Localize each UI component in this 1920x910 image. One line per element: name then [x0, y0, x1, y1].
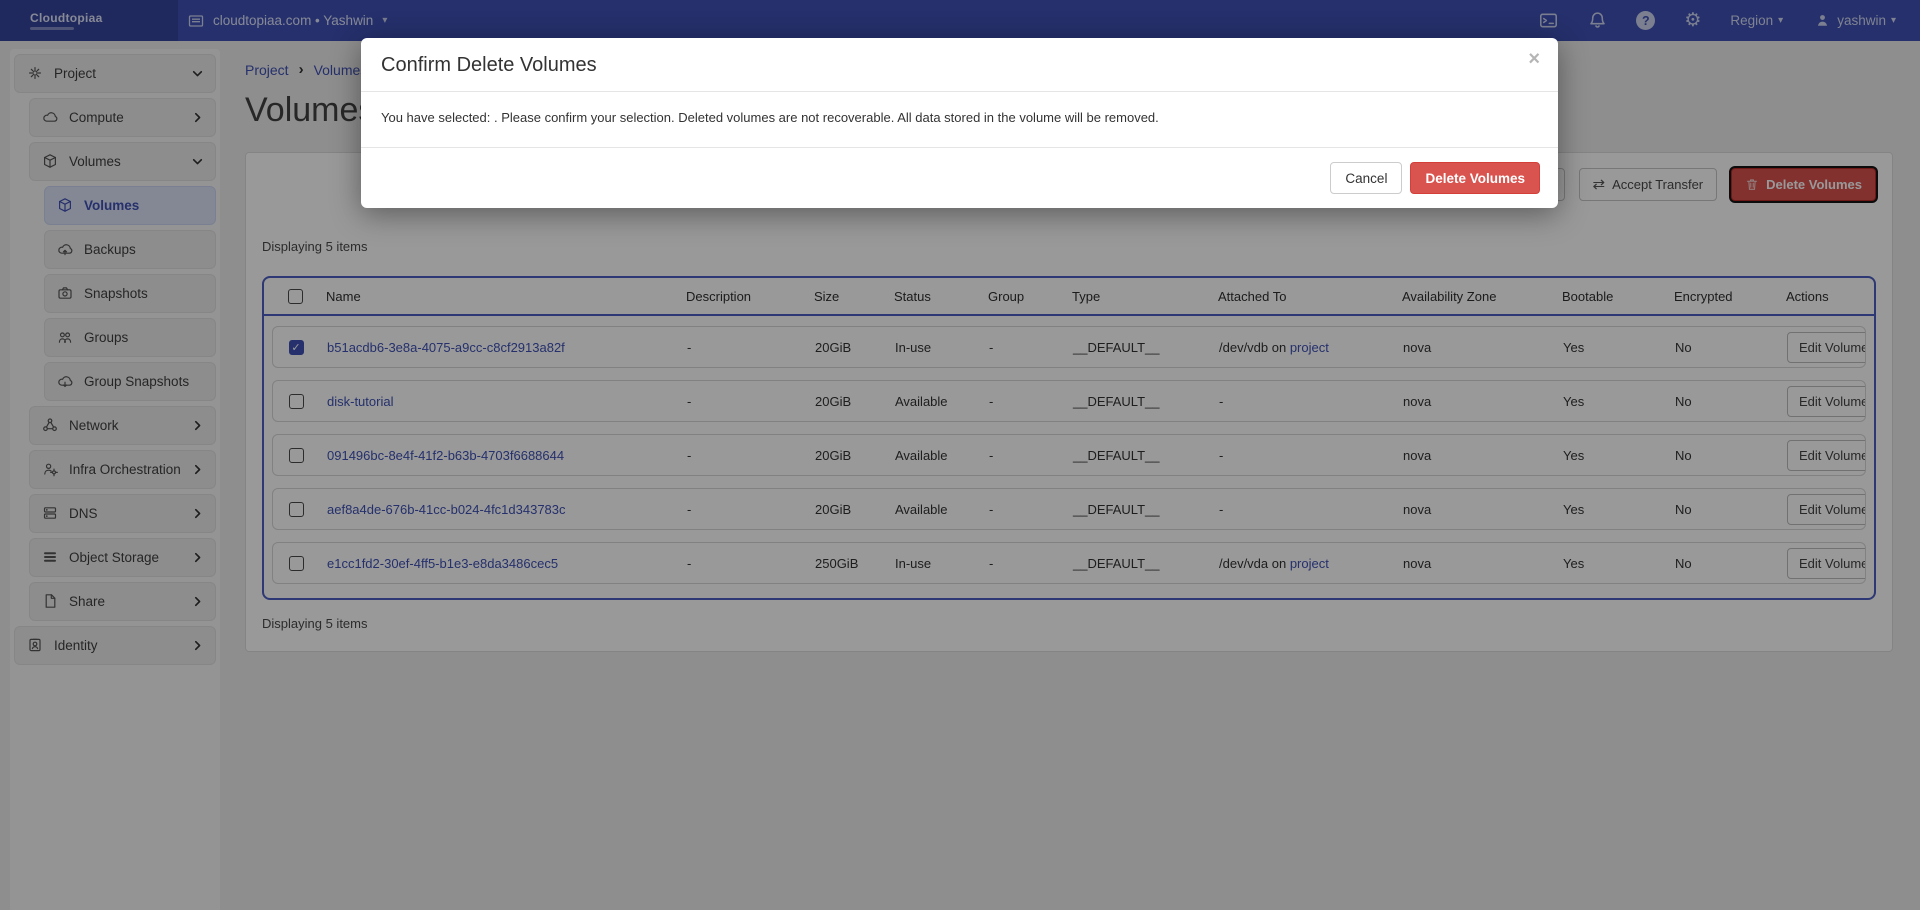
modal-body-text: You have selected: . Please confirm your… — [361, 92, 1558, 148]
modal-title: Confirm Delete Volumes — [381, 54, 1538, 77]
confirm-delete-button[interactable]: Delete Volumes — [1410, 162, 1540, 194]
modal-footer: Cancel Delete Volumes — [361, 148, 1558, 208]
cancel-button[interactable]: Cancel — [1330, 162, 1402, 194]
confirm-delete-modal: Confirm Delete Volumes × You have select… — [361, 38, 1558, 208]
modal-header: Confirm Delete Volumes × — [361, 38, 1558, 92]
close-icon[interactable]: × — [1528, 49, 1540, 69]
